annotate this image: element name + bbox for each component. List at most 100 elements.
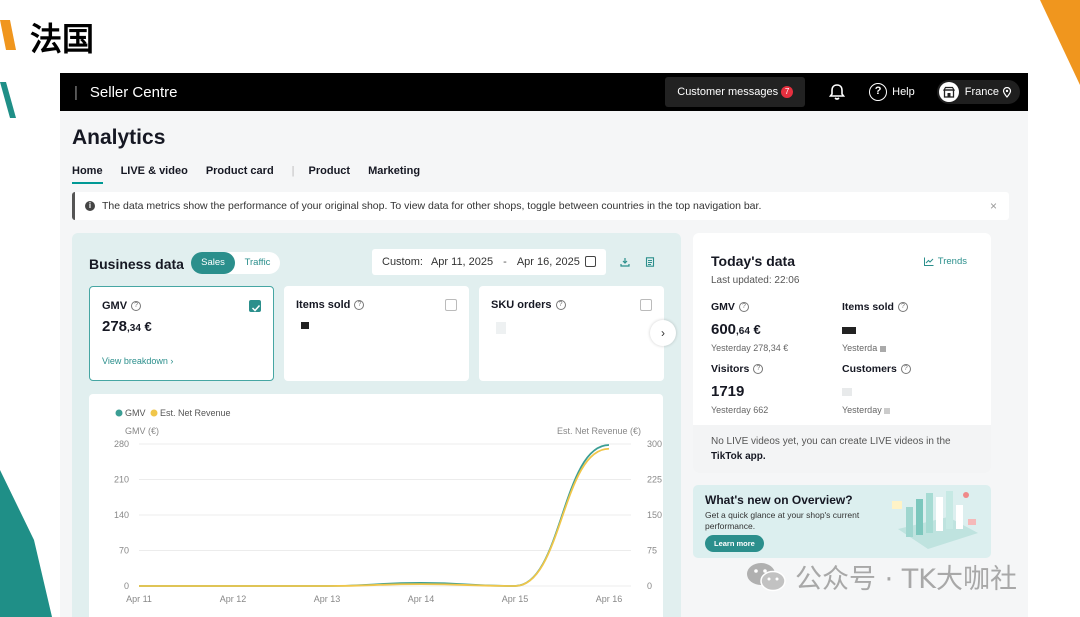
redacted-value xyxy=(842,327,856,334)
date-end: Apr 16, 2025 xyxy=(516,256,580,268)
x-tick: Apr 16 xyxy=(596,594,623,604)
country-label: France xyxy=(964,86,999,98)
live-video-note: No LIVE videos yet, you can create LIVE … xyxy=(693,425,991,473)
trends-label: Trends xyxy=(937,256,967,267)
x-tick: Apr 11 xyxy=(126,594,152,604)
top-navigation-bar: | Seller Centre Customer messages 7 ? He… xyxy=(60,73,1028,111)
metric-card-sku-orders[interactable]: SKU orders ? xyxy=(479,286,664,381)
tab-home[interactable]: Home xyxy=(72,165,103,184)
tab-product-card[interactable]: Product card xyxy=(206,165,274,184)
watermark-text: 公众号 · TK大咖社 xyxy=(795,564,1017,595)
today-items-sold: Items sold? Yesterda xyxy=(842,301,972,353)
metric-sku-label: SKU orders xyxy=(491,299,552,311)
metric-card-gmv[interactable]: GMV ? 278,34 € View breakdown › xyxy=(89,286,274,381)
tab-divider: | xyxy=(291,165,295,177)
toggle-sales[interactable]: Sales xyxy=(191,252,235,274)
today-customers-label: Customers xyxy=(842,363,897,375)
analytics-tabs: Home LIVE & video Product card | Product… xyxy=(72,165,438,184)
learn-more-button[interactable]: Learn more xyxy=(705,535,764,552)
close-icon[interactable]: × xyxy=(990,199,997,213)
notice-text: The data metrics show the performance of… xyxy=(102,200,762,212)
toggle-traffic[interactable]: Traffic xyxy=(235,252,280,274)
tab-marketing[interactable]: Marketing xyxy=(368,165,420,184)
next-metrics-button[interactable]: › xyxy=(650,320,676,346)
help-icon: ? xyxy=(869,83,888,101)
y-tick-right: 225 xyxy=(647,475,662,485)
redacted-value xyxy=(842,388,852,396)
tab-live-video[interactable]: LIVE & video xyxy=(121,165,188,184)
today-customers-value xyxy=(842,383,972,401)
question-icon[interactable]: ? xyxy=(738,302,749,312)
brand-label[interactable]: Seller Centre xyxy=(90,84,178,101)
help-label: Help xyxy=(892,86,915,98)
download-icon[interactable] xyxy=(620,257,630,267)
metric-gmv-value: 278,34 € xyxy=(102,318,152,335)
question-icon[interactable]: ? xyxy=(354,300,365,310)
info-notice: i The data metrics show the performance … xyxy=(72,192,1009,220)
legend-label: GMV xyxy=(125,408,146,418)
metric-items-checkbox[interactable] xyxy=(445,299,457,311)
export-sheet-icon[interactable] xyxy=(645,257,655,267)
today-gmv-value: 600,64 € xyxy=(711,321,761,338)
today-gmv-yesterday: Yesterday 278,34 € xyxy=(711,343,789,353)
metric-sku-label-wrap: SKU orders ? xyxy=(491,299,566,311)
today-visitors-label: Visitors xyxy=(711,363,750,375)
view-breakdown-link[interactable]: View breakdown › xyxy=(102,356,173,366)
question-icon[interactable]: ? xyxy=(753,364,764,374)
whats-new-description: Get a quick glance at your shop's curren… xyxy=(705,510,860,531)
question-icon[interactable]: ? xyxy=(900,364,911,374)
slide-title: 法国 xyxy=(30,20,95,58)
redacted-value xyxy=(884,407,891,414)
metric-gmv-label-wrap: GMV ? xyxy=(102,300,142,312)
question-icon[interactable]: ? xyxy=(555,300,566,310)
today-items-value xyxy=(842,321,972,339)
date-start: Apr 11, 2025 xyxy=(430,256,494,268)
help-button[interactable]: ? Help xyxy=(869,83,915,101)
live-note-text: No LIVE videos yet, you can create LIVE … xyxy=(711,436,951,447)
y-tick-left: 280 xyxy=(114,439,129,449)
brand-separator: | xyxy=(74,83,78,101)
x-tick: Apr 13 xyxy=(314,594,341,604)
legend-swatch xyxy=(150,409,158,417)
metric-gmv-checkbox[interactable] xyxy=(249,300,261,312)
check-icon xyxy=(251,304,261,312)
today-items-yesterday: Yesterda xyxy=(842,343,972,353)
date-dash: - xyxy=(503,256,507,268)
trends-link[interactable]: Trends xyxy=(923,256,967,267)
y-tick-left: 210 xyxy=(114,475,129,485)
series-line-gmv xyxy=(138,444,610,587)
y-tick-right: 150 xyxy=(647,510,662,520)
date-prefix: Custom: xyxy=(382,256,423,268)
tab-product[interactable]: Product xyxy=(309,165,351,184)
location-pin-icon xyxy=(1002,86,1012,98)
customer-messages-button[interactable]: Customer messages 7 xyxy=(665,77,806,107)
seller-centre-window: | Seller Centre Customer messages 7 ? He… xyxy=(60,73,1028,617)
date-range-picker[interactable]: Custom: Apr 11, 2025 - Apr 16, 2025 xyxy=(372,249,606,275)
today-gmv-label-wrap: GMV? xyxy=(711,301,841,313)
metric-items-label-wrap: Items sold ? xyxy=(296,299,365,311)
metric-items-label: Items sold xyxy=(296,299,351,311)
todays-data-panel: Today's data Last updated: 22:06 Trends … xyxy=(693,233,991,473)
series-line-est-net-revenue xyxy=(138,447,610,587)
business-data-title: Business data xyxy=(89,256,184,272)
question-icon[interactable]: ? xyxy=(897,302,908,312)
y-tick-right: 75 xyxy=(647,546,657,556)
metric-card-items-sold[interactable]: Items sold ? xyxy=(284,286,469,381)
today-customers: Customers? Yesterday xyxy=(842,363,972,415)
slide-decoration-left xyxy=(0,20,52,617)
redacted-value xyxy=(879,345,886,352)
info-icon: i xyxy=(85,201,95,211)
gmv-line-chart: GMV Est. Net RevenueGMV (€) Est. Net Reven… xyxy=(114,408,662,604)
x-tick: Apr 14 xyxy=(408,594,435,604)
y-tick-left: 0 xyxy=(124,581,129,591)
notification-bell-icon[interactable] xyxy=(827,82,847,102)
today-visitors-label-wrap: Visitors? xyxy=(711,363,841,375)
shop-icon xyxy=(938,82,959,102)
today-visitors-yesterday: Yesterday 662 xyxy=(711,405,769,415)
business-chart-card: GMV Est. Net Revenue GMV (€) Est. Net Reven… xyxy=(89,394,663,617)
metric-gmv-label: GMV xyxy=(102,300,128,312)
question-icon[interactable]: ? xyxy=(131,301,142,311)
slide: 法国 | Seller Centre Customer messages 7 ?… xyxy=(0,0,1080,617)
country-switcher[interactable]: France xyxy=(936,80,1020,104)
metric-sku-checkbox[interactable] xyxy=(640,299,652,311)
